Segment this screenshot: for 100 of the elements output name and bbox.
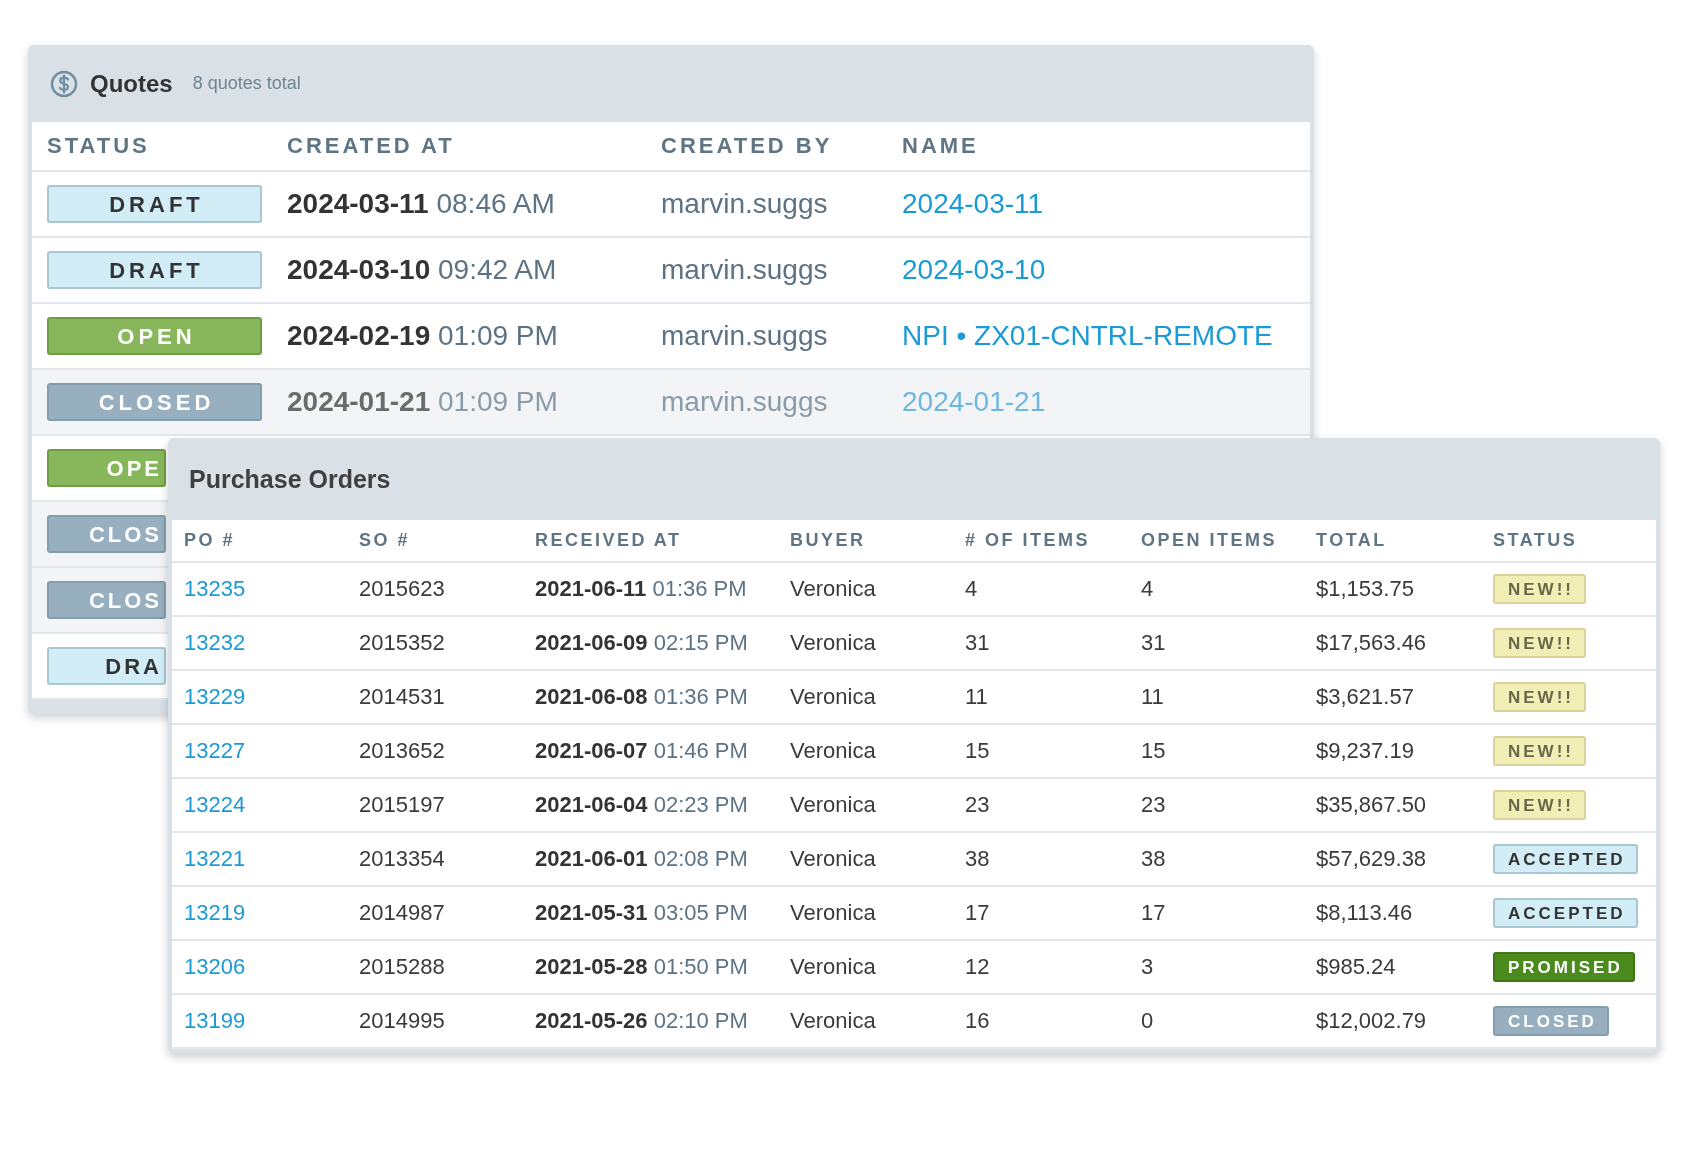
table-cell-text: 38: [965, 846, 991, 872]
column-header: TOTAL: [1316, 530, 1388, 551]
table-cell-text: Veronica: [790, 684, 877, 710]
table-cell-text: 2021-05-28 01:50 PM: [535, 954, 749, 980]
table-cell-text: $35,867.50: [1316, 792, 1428, 818]
table-cell-text: 2015623: [359, 576, 446, 602]
column-header: RECEIVED AT: [535, 530, 683, 551]
table-cell-text: 23: [965, 792, 991, 818]
table-cell-text: $1,153.75: [1316, 576, 1415, 602]
quote-link[interactable]: 2024-01-21: [902, 386, 1310, 418]
table-cell-text: 2013652: [359, 738, 446, 764]
po-link[interactable]: 13199: [184, 1008, 359, 1034]
status-badge: NEW!!: [1493, 628, 1586, 658]
table-cell-text: marvin.suggs: [661, 386, 829, 418]
table-cell-text: 23: [1141, 792, 1167, 818]
table-cell-text: 2024-03-10 09:42 AM: [287, 254, 558, 286]
table-cell-text: $9,237.19: [1316, 738, 1415, 764]
quote-link[interactable]: 2024-03-11: [902, 188, 1310, 220]
po-link[interactable]: 13221: [184, 846, 359, 872]
status-badge: NEW!!: [1493, 682, 1586, 712]
table-cell-text: 2021-05-31 03:05 PM: [535, 900, 749, 926]
column-header: # OF ITEMS: [965, 530, 1091, 551]
table-cell-text: 2024-03-11 08:46 AM: [287, 188, 556, 220]
table-cell-text: 2021-06-01 02:08 PM: [535, 846, 749, 872]
table-cell-text: $57,629.38: [1316, 846, 1428, 872]
po-link[interactable]: 13232: [184, 630, 359, 656]
table-cell-text: 2015288: [359, 954, 446, 980]
po-link[interactable]: 13224: [184, 792, 359, 818]
table-cell-text: 11: [965, 684, 989, 710]
table-cell-text: $12,002.79: [1316, 1008, 1428, 1034]
table-cell-text: 2024-01-21 01:09 PM: [287, 386, 559, 418]
table-cell-text: $8,113.46: [1316, 900, 1414, 926]
table-cell-text: 2021-06-07 01:46 PM: [535, 738, 749, 764]
table-cell-text: Veronica: [790, 576, 877, 602]
status-badge: CLOSED: [47, 383, 262, 421]
card-title: Purchase Orders: [189, 464, 391, 494]
status-badge: NEW!!: [1493, 736, 1586, 766]
table-cell-text: 0: [1141, 1008, 1155, 1034]
table-cell-text: Veronica: [790, 630, 877, 656]
status-badge: NEW!!: [1493, 790, 1586, 820]
table-cell-text: 2021-06-04 02:23 PM: [535, 792, 749, 818]
status-badge: NEW!!: [1493, 574, 1586, 604]
table-cell-text: 17: [965, 900, 991, 926]
status-badge: OPEN: [47, 317, 262, 355]
po-link[interactable]: 13206: [184, 954, 359, 980]
status-badge: CLOS: [47, 515, 166, 553]
table-cell-text: marvin.suggs: [661, 188, 829, 220]
po-link[interactable]: 13219: [184, 900, 359, 926]
table-cell-text: 31: [965, 630, 991, 656]
table-cell-text: 2014995: [359, 1008, 446, 1034]
table-cell-text: 2014531: [359, 684, 446, 710]
table-cell-text: 2013354: [359, 846, 446, 872]
table-cell-text: 2021-05-26 02:10 PM: [535, 1008, 749, 1034]
table-cell-text: 4: [965, 576, 979, 602]
table-cell-text: 2021-06-11 01:36 PM: [535, 576, 748, 602]
table-cell-text: 15: [1141, 738, 1167, 764]
column-header: OPEN ITEMS: [1141, 530, 1278, 551]
table-cell-text: $17,563.46: [1316, 630, 1428, 656]
table-cell-text: 31: [1141, 630, 1167, 656]
table-cell-text: 16: [965, 1008, 991, 1034]
status-badge: CLOS: [47, 581, 166, 619]
status-badge: OPE: [47, 449, 166, 487]
quote-count: 8 quotes total: [192, 73, 301, 94]
column-header: PO #: [184, 530, 237, 551]
table-cell-text: 15: [965, 738, 991, 764]
column-header: NAME: [902, 133, 980, 159]
table-cell-text: 2015352: [359, 630, 446, 656]
status-badge: DRAFT: [47, 185, 262, 223]
table-cell-text: Veronica: [790, 792, 877, 818]
table-cell-text: Veronica: [790, 738, 877, 764]
status-badge: PROMISED: [1493, 952, 1635, 982]
table-cell-text: 2021-06-08 01:36 PM: [535, 684, 749, 710]
table-cell-text: 38: [1141, 846, 1167, 872]
column-header: CREATED BY: [661, 133, 834, 159]
table-cell-text: Veronica: [790, 900, 877, 926]
table-cell-text: 12: [965, 954, 991, 980]
column-header: CREATED AT: [287, 133, 456, 159]
status-badge: DRAFT: [47, 251, 262, 289]
table-cell-text: 2024-02-19 01:09 PM: [287, 320, 559, 352]
table-cell-text: 2014987: [359, 900, 446, 926]
table-cell-text: marvin.suggs: [661, 254, 829, 286]
status-badge: ACCEPTED: [1493, 898, 1638, 928]
column-header: STATUS: [1493, 530, 1579, 551]
quote-link[interactable]: NPI • ZX01-CNTRL-REMOTE: [902, 320, 1310, 352]
table-cell-text: 3: [1141, 954, 1155, 980]
po-link[interactable]: 13235: [184, 576, 359, 602]
table-cell-text: Veronica: [790, 1008, 877, 1034]
status-badge: DRA: [47, 647, 166, 685]
column-header: SO #: [359, 530, 412, 551]
table-cell-text: marvin.suggs: [661, 320, 829, 352]
po-link[interactable]: 13227: [184, 738, 359, 764]
table-cell-text: $985.24: [1316, 954, 1397, 980]
table-cell-text: 2021-06-09 02:15 PM: [535, 630, 749, 656]
table-cell-text: 4: [1141, 576, 1155, 602]
table-cell-text: 2015197: [359, 792, 446, 818]
table-cell-text: $3,621.57: [1316, 684, 1415, 710]
po-link[interactable]: 13229: [184, 684, 359, 710]
dollar-icon: [50, 69, 78, 98]
column-header: BUYER: [790, 530, 867, 551]
quote-link[interactable]: 2024-03-10: [902, 254, 1310, 286]
